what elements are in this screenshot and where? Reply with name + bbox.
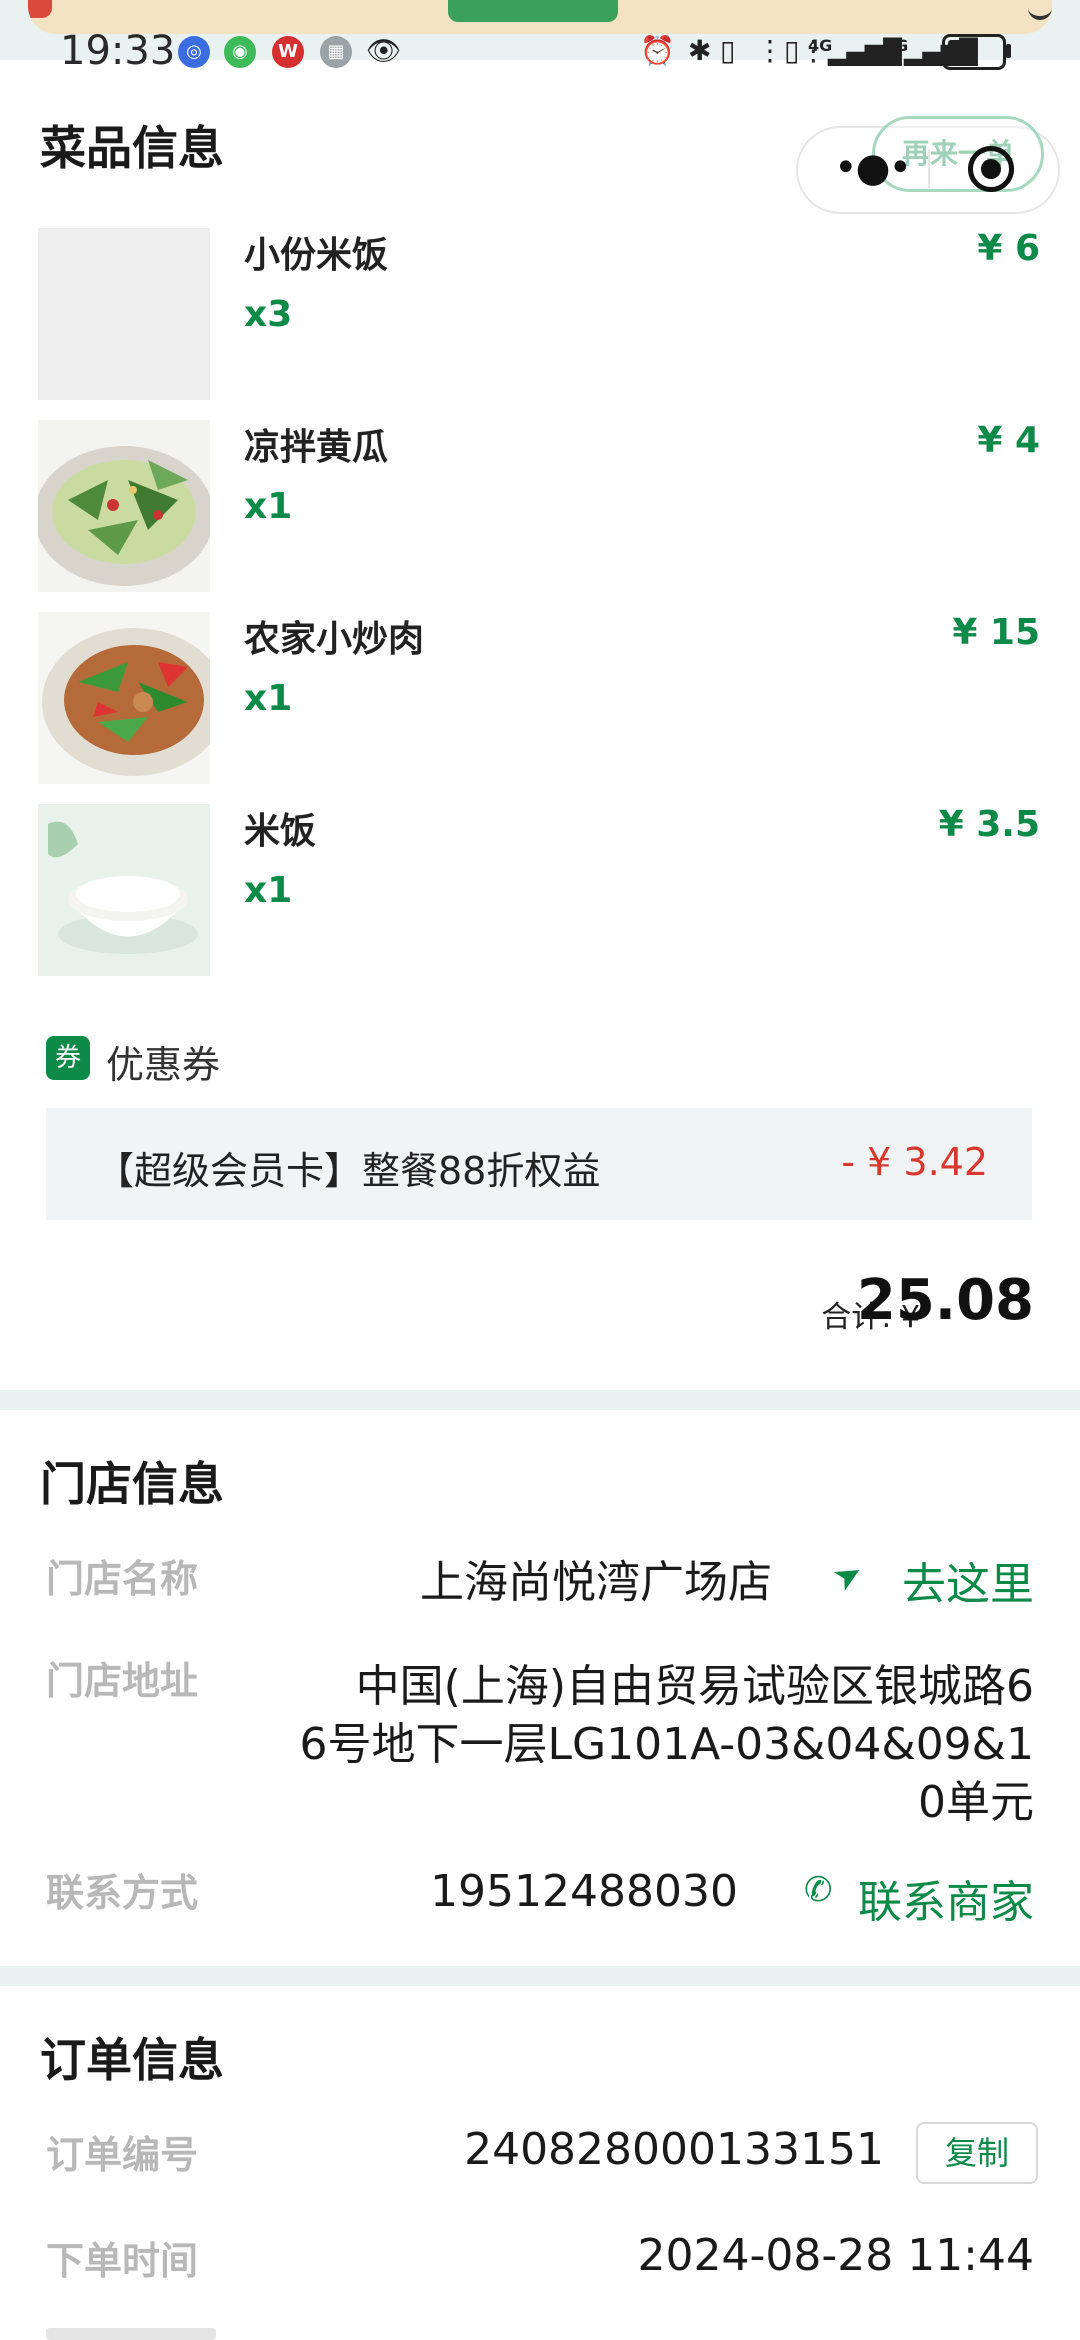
store-name-value: 上海尚悦湾广场店 xyxy=(420,1557,772,1608)
store-address-label: 门店地址 xyxy=(46,1659,199,1703)
dish-name: 农家小炒肉 xyxy=(244,619,425,660)
app-notification-icon: ◎ xyxy=(178,36,210,68)
banner-dark-shape xyxy=(1028,4,1052,20)
weibo-icon: W xyxy=(272,36,304,68)
dishes-section-title: 菜品信息 xyxy=(40,121,224,175)
dish-price: ¥ 6 xyxy=(977,228,1040,269)
order-section-title: 订单信息 xyxy=(40,2033,224,2087)
dish-name: 凉拌黄瓜 xyxy=(244,427,389,468)
dish-qty: x1 xyxy=(244,486,293,527)
dish-qty: x1 xyxy=(244,678,293,719)
coupon-icon: 券 xyxy=(46,1036,90,1080)
bluetooth-icon: ✱ xyxy=(688,34,712,67)
dish-price: ¥ 4 xyxy=(977,420,1040,461)
order-number-value: 240828000133151 xyxy=(464,2124,884,2175)
copy-order-number-button[interactable]: 复制 xyxy=(916,2122,1038,2184)
order-time-label: 下单时间 xyxy=(46,2239,199,2283)
dish-name: 米饭 xyxy=(244,811,317,852)
banner-green-shape xyxy=(448,0,618,22)
contact-label: 联系方式 xyxy=(46,1871,199,1915)
section-divider xyxy=(0,1966,1080,1986)
more-options-icon[interactable]: •●• xyxy=(834,148,912,188)
dish-image-pork xyxy=(38,612,210,784)
store-section-title: 门店信息 xyxy=(40,1457,224,1511)
battery-icon xyxy=(942,34,1006,70)
dish-name: 小份米饭 xyxy=(244,235,389,276)
order-time-value: 2024-08-28 11:44 xyxy=(637,2230,1035,2281)
dish-price: ¥ 3.5 xyxy=(938,804,1040,845)
go-here-button[interactable]: 去这里 xyxy=(902,1548,1034,1612)
banner-red-shape xyxy=(28,0,52,18)
coupon-discount: - ¥ 3.42 xyxy=(841,1140,988,1184)
dish-image-placeholder xyxy=(38,228,210,400)
contact-phone: 19512488030 xyxy=(430,1866,738,1917)
dish-image-cucumber xyxy=(38,420,210,592)
banner-image xyxy=(28,0,1052,34)
store-address-line: 0单元 xyxy=(918,1777,1034,1828)
dish-image-rice xyxy=(38,804,210,976)
store-address-line: 中国(上海)自由贸易试验区银城路6 xyxy=(355,1661,1034,1712)
store-address-line: 6号地下一层LG101A-03&04&09&1 xyxy=(299,1719,1035,1770)
navigate-icon[interactable]: ➤ xyxy=(826,1552,871,1601)
close-miniprogram-icon[interactable] xyxy=(968,146,1014,192)
battery-tip xyxy=(1006,44,1011,58)
alarm-icon: ⏰ xyxy=(640,34,675,67)
eye-icon: 👁 xyxy=(366,34,402,67)
dish-qty: x1 xyxy=(244,870,293,911)
status-time: 19:33 xyxy=(60,28,176,74)
coupon-name: 【超级会员卡】整餐88折权益 xyxy=(96,1149,601,1193)
phone-icon[interactable]: ✆ xyxy=(804,1870,833,1910)
gallery-icon: ▦ xyxy=(320,36,352,68)
contact-merchant-button[interactable]: 联系商家 xyxy=(858,1866,1034,1930)
capsule-divider xyxy=(928,150,930,188)
section-divider xyxy=(0,1390,1080,1410)
order-number-label: 订单编号 xyxy=(46,2133,199,2177)
cut-off-row-label xyxy=(46,2328,216,2340)
store-name-label: 门店名称 xyxy=(46,1557,199,1601)
coupon-label: 优惠券 xyxy=(106,1043,221,1087)
total-value: 25.08 xyxy=(856,1268,1034,1333)
wechat-icon: ◉ xyxy=(224,36,256,68)
dish-price: ¥ 15 xyxy=(952,612,1040,653)
dish-qty: x3 xyxy=(244,294,293,335)
nfc-icon: ▯ xyxy=(720,34,736,67)
